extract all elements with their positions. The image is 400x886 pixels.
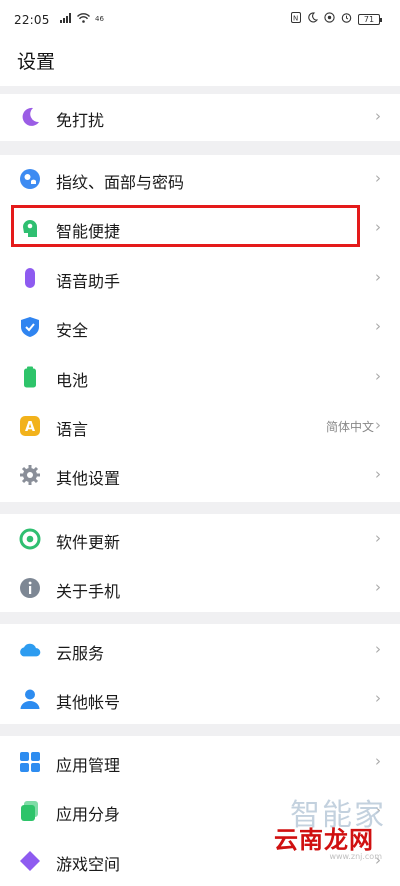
status-bar: 22:05 46 N 71 xyxy=(0,0,400,40)
clone-app-icon xyxy=(19,800,41,822)
chevron-right-icon: › xyxy=(375,752,381,770)
watermark-url: www.znj.com xyxy=(329,852,382,861)
app-grid-icon xyxy=(19,751,41,773)
signal-icon xyxy=(60,12,72,26)
settings-item-cloud-service[interactable]: 云服务 › xyxy=(0,625,400,675)
gear-icon xyxy=(19,464,41,486)
info-icon xyxy=(19,577,41,599)
settings-item-label: 安全 xyxy=(56,321,89,340)
nfc-icon: N xyxy=(291,12,301,26)
fingerprint-icon xyxy=(19,168,41,190)
settings-item-language[interactable]: A 语言 简体中文 › xyxy=(0,401,400,451)
chevron-right-icon: › xyxy=(375,689,381,707)
chevron-right-icon: › xyxy=(375,367,381,385)
svg-text:46: 46 xyxy=(95,15,104,23)
settings-item-label: 关于手机 xyxy=(56,582,121,601)
settings-item-label: 应用管理 xyxy=(56,756,121,775)
chevron-right-icon: › xyxy=(375,107,381,125)
settings-item-about-phone[interactable]: 关于手机 › xyxy=(0,563,400,613)
language-icon: A xyxy=(19,415,41,437)
chevron-right-icon: › xyxy=(375,578,381,596)
settings-item-fingerprint-face-password[interactable]: 指纹、面部与密码 › xyxy=(0,154,400,204)
section-divider xyxy=(0,141,400,155)
settings-item-value: 简体中文 xyxy=(325,420,374,434)
settings-item-label: 软件更新 xyxy=(56,533,121,552)
alarm-icon xyxy=(341,12,352,26)
cloud-icon xyxy=(19,639,41,661)
settings-item-label: 云服务 xyxy=(56,644,105,663)
moon-icon xyxy=(19,106,41,128)
settings-item-label: 免打扰 xyxy=(56,111,105,130)
settings-item-label: 应用分身 xyxy=(56,805,121,824)
settings-item-security[interactable]: 安全 › xyxy=(0,302,400,352)
chevron-right-icon: › xyxy=(375,416,381,434)
chevron-right-icon: › xyxy=(375,529,381,547)
chevron-right-icon: › xyxy=(375,317,381,335)
settings-item-app-management[interactable]: 应用管理 › xyxy=(0,737,400,787)
svg-text:A: A xyxy=(25,420,35,435)
battery-indicator: 71 xyxy=(358,13,382,25)
status-right-icons: N 71 xyxy=(291,12,382,26)
status-time: 22:05 xyxy=(14,13,50,27)
settings-item-other-settings[interactable]: 其他设置 › xyxy=(0,450,400,500)
settings-item-battery[interactable]: 电池 › xyxy=(0,352,400,402)
person-icon xyxy=(19,688,41,710)
settings-item-label: 其他设置 xyxy=(56,469,121,488)
settings-item-do-not-disturb[interactable]: 免打扰 › xyxy=(0,92,400,142)
settings-item-label: 其他帐号 xyxy=(56,693,121,712)
watermark-bottom-text: 云南龙网 xyxy=(274,826,374,854)
settings-item-software-update[interactable]: 软件更新 › xyxy=(0,514,400,564)
wifi-icon xyxy=(76,12,91,26)
chevron-right-icon: › xyxy=(375,465,381,483)
section-divider xyxy=(0,612,400,624)
moon-icon xyxy=(307,12,319,26)
game-icon xyxy=(19,850,41,872)
location-icon xyxy=(324,12,335,26)
settings-item-label: 语音助手 xyxy=(56,272,121,291)
settings-item-label: 指纹、面部与密码 xyxy=(56,173,185,192)
update-icon xyxy=(19,528,41,550)
data-icon: 46 xyxy=(95,12,105,26)
highlight-box xyxy=(11,205,360,247)
chevron-right-icon: › xyxy=(375,640,381,658)
watermark: 智能家 云南龙网 www.znj.com xyxy=(272,790,392,862)
status-left-icons: 46 xyxy=(60,12,105,26)
shield-icon xyxy=(19,316,41,338)
chevron-right-icon: › xyxy=(375,268,381,286)
battery-icon xyxy=(19,366,41,388)
settings-item-label: 语言 xyxy=(56,420,89,439)
settings-item-label: 游戏空间 xyxy=(56,855,121,874)
section-divider xyxy=(0,724,400,736)
svg-text:N: N xyxy=(293,15,298,23)
settings-item-other-accounts[interactable]: 其他帐号 › xyxy=(0,674,400,724)
page-title: 设置 xyxy=(17,51,56,73)
chevron-right-icon: › xyxy=(375,218,381,236)
chevron-right-icon: › xyxy=(375,169,381,187)
section-divider xyxy=(0,502,400,514)
microphone-icon xyxy=(19,267,41,289)
settings-item-label: 电池 xyxy=(56,371,89,390)
settings-item-voice-assistant[interactable]: 语音助手 › xyxy=(0,253,400,303)
